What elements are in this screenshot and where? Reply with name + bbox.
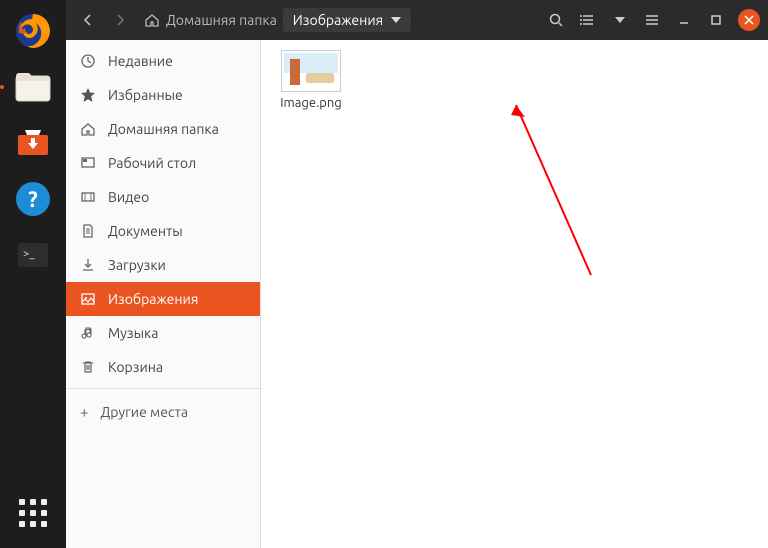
breadcrumb-current-label: Изображения — [293, 12, 383, 28]
svg-text:?: ? — [28, 187, 38, 212]
list-view-icon — [580, 12, 596, 28]
sidebar-item-label: Документы — [108, 223, 183, 239]
hamburger-menu-button[interactable] — [638, 6, 666, 34]
document-icon — [80, 223, 96, 239]
home-icon — [144, 12, 160, 28]
sidebar-item-desktop[interactable]: Рабочий стол — [66, 146, 260, 180]
pictures-icon — [80, 291, 96, 307]
software-center-icon — [13, 123, 53, 163]
sidebar-other-label: Другие места — [100, 404, 188, 420]
maximize-icon — [708, 12, 724, 28]
terminal-icon: >_ — [13, 235, 53, 275]
chevron-right-icon — [112, 12, 128, 28]
search-button[interactable] — [542, 6, 570, 34]
minimize-button[interactable] — [670, 6, 698, 34]
sidebar-item-label: Видео — [108, 189, 149, 205]
dock-app-firefox[interactable] — [8, 6, 58, 56]
breadcrumb-home[interactable]: Домашняя папка — [166, 12, 277, 28]
sidebar-item-label: Загрузки — [108, 257, 166, 273]
music-icon — [80, 325, 96, 341]
dock-app-software[interactable] — [8, 118, 58, 168]
file-item[interactable]: Image.png — [271, 50, 351, 110]
hamburger-icon — [644, 12, 660, 28]
view-dropdown-button[interactable] — [606, 6, 634, 34]
titlebar: Домашняя папка Изображения — [66, 0, 768, 40]
caret-down-icon — [615, 17, 625, 23]
minimize-icon — [676, 12, 692, 28]
sidebar-item-label: Избранные — [108, 87, 183, 103]
sidebar-item-label: Корзина — [108, 359, 163, 375]
annotation-arrow — [501, 95, 621, 285]
firefox-icon — [13, 11, 53, 51]
file-manager-window: Домашняя папка Изображения — [66, 0, 768, 548]
close-icon — [744, 15, 754, 25]
sidebar-item-label: Музыка — [108, 325, 158, 341]
sidebar-item-home[interactable]: Домашняя папка — [66, 112, 260, 146]
help-icon: ? — [13, 179, 53, 219]
video-icon — [80, 189, 96, 205]
view-list-button[interactable] — [574, 6, 602, 34]
svg-text:>_: >_ — [23, 248, 35, 260]
maximize-button[interactable] — [702, 6, 730, 34]
search-icon — [548, 12, 564, 28]
nav-back-button[interactable] — [74, 6, 102, 34]
apps-grid-icon — [19, 499, 47, 527]
sidebar-item-label: Недавние — [108, 53, 173, 69]
home-icon — [80, 121, 96, 137]
sidebar-item-starred[interactable]: Избранные — [66, 78, 260, 112]
sidebar-item-documents[interactable]: Документы — [66, 214, 260, 248]
sidebar-other-locations[interactable]: + Другие места — [66, 393, 260, 430]
window-body: Недавние Избранные Домашняя папка Рабочи… — [66, 40, 768, 548]
desktop-icon — [80, 155, 96, 171]
sidebar-item-label: Рабочий стол — [108, 155, 196, 171]
close-button[interactable] — [738, 9, 760, 31]
star-icon — [80, 87, 96, 103]
show-applications-button[interactable] — [8, 488, 58, 538]
sidebar: Недавние Избранные Домашняя папка Рабочи… — [66, 40, 261, 548]
files-icon — [11, 65, 55, 109]
caret-down-icon — [391, 17, 401, 23]
nav-forward-button[interactable] — [106, 6, 134, 34]
sidebar-item-label: Домашняя папка — [108, 121, 219, 137]
trash-icon — [80, 359, 96, 375]
content-pane[interactable]: Image.png — [261, 40, 768, 548]
plus-icon: + — [80, 403, 88, 420]
clock-icon — [80, 53, 96, 69]
sidebar-separator — [66, 388, 260, 389]
chevron-left-icon — [80, 12, 96, 28]
sidebar-item-music[interactable]: Музыка — [66, 316, 260, 350]
dock-app-files[interactable] — [8, 62, 58, 112]
sidebar-item-pictures[interactable]: Изображения — [66, 282, 260, 316]
sidebar-item-recent[interactable]: Недавние — [66, 44, 260, 78]
file-thumbnail — [281, 50, 341, 92]
desktop: ? >_ Д — [0, 0, 768, 548]
file-name: Image.png — [280, 96, 342, 110]
dock-app-terminal[interactable]: >_ — [8, 230, 58, 280]
breadcrumb: Домашняя папка Изображения — [138, 8, 417, 32]
sidebar-item-trash[interactable]: Корзина — [66, 350, 260, 384]
dock-app-help[interactable]: ? — [8, 174, 58, 224]
sidebar-item-label: Изображения — [108, 291, 198, 307]
breadcrumb-current[interactable]: Изображения — [283, 8, 411, 32]
sidebar-item-downloads[interactable]: Загрузки — [66, 248, 260, 282]
dock: ? >_ — [0, 0, 66, 548]
sidebar-item-videos[interactable]: Видео — [66, 180, 260, 214]
download-icon — [80, 257, 96, 273]
